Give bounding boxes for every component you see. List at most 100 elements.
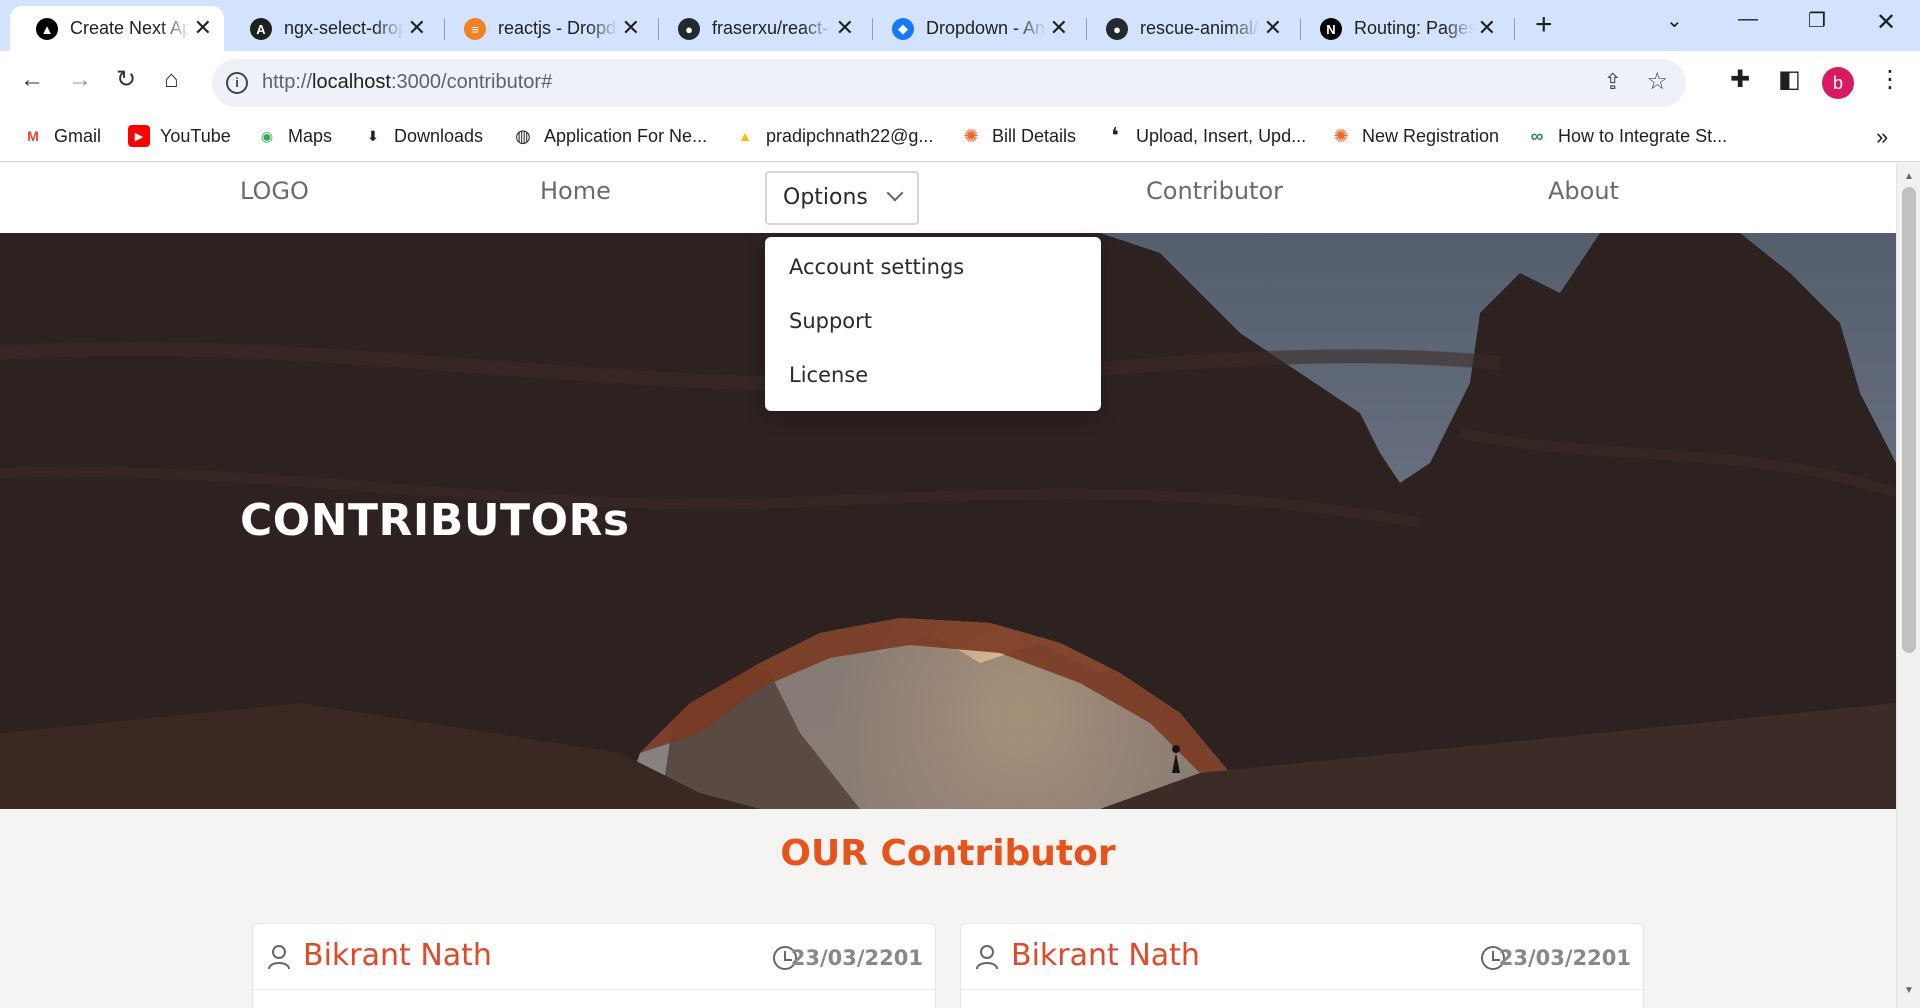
youtube-icon: ▶: [128, 125, 150, 147]
share-icon[interactable]: ⇪: [1604, 69, 1622, 95]
tab-title: rescue-animal/: [1140, 18, 1259, 38]
user-icon: [268, 945, 290, 970]
bookmark-label: Bill Details: [992, 125, 1077, 146]
bookmark-drive[interactable]: ▲ pradipchnath22@g...: [734, 125, 933, 147]
menu-item-support[interactable]: Support: [789, 309, 872, 333]
section-title: OUR Contributor: [780, 833, 1116, 874]
home-icon[interactable]: ⌂: [164, 65, 179, 95]
card-header: Bikrant Nath 23/03/2201: [961, 924, 1643, 990]
tab-reactjs-dropdown[interactable]: ≡ reactjs - Dropdown ✕: [438, 6, 652, 51]
close-icon[interactable]: ✕: [194, 16, 212, 40]
options-dropdown-menu: Account settings Support License: [765, 237, 1101, 411]
back-arrow-icon[interactable]: ←: [20, 65, 44, 95]
tab-title: Routing: Pages: [1354, 18, 1474, 38]
menu-item-account-settings[interactable]: Account settings: [789, 255, 964, 279]
github-icon: ●: [1106, 18, 1128, 40]
reload-icon[interactable]: ↻: [116, 65, 136, 95]
nav-about[interactable]: About: [1548, 177, 1619, 205]
tab-search-chevron-icon[interactable]: ⌄: [1666, 8, 1683, 33]
nav-logo[interactable]: LOGO: [240, 177, 309, 205]
page-viewport: LOGO Home Options Contributor About CONT…: [0, 163, 1896, 1008]
url-rest: :3000/contributor#: [390, 71, 553, 93]
bookmark-label: Application For Ne...: [544, 125, 708, 146]
hero-title: CONTRIBUTORs: [240, 495, 630, 546]
address-bar[interactable]: i http://localhost:3000/contributor# ⇪ ☆: [212, 59, 1686, 107]
minimize-icon[interactable]: —: [1738, 8, 1758, 31]
close-icon[interactable]: ✕: [1478, 16, 1496, 40]
bookmark-label: Upload, Insert, Upd...: [1136, 125, 1307, 146]
browser-tab-strip: ▲ Create Next App ✕ A ngx-select-dropdow…: [0, 0, 1920, 51]
url-prefix: http://: [262, 71, 313, 93]
contributor-card[interactable]: Bikrant Nath 23/03/2201: [960, 923, 1644, 1008]
tab-separator: [1514, 18, 1515, 40]
close-icon[interactable]: ✕: [622, 16, 640, 40]
tab-title: Dropdown - Ant: [926, 18, 1046, 38]
bookmark-maps[interactable]: ◉ Maps: [256, 125, 332, 147]
contributor-name: Bikrant Nath: [1011, 938, 1200, 973]
nav-contributor[interactable]: Contributor: [1146, 177, 1283, 205]
antd-icon: ◆: [892, 18, 914, 40]
bookmark-label: New Registration: [1362, 125, 1500, 146]
bookmark-downloads[interactable]: ⬇ Downloads: [362, 125, 483, 147]
github-icon: ●: [678, 18, 700, 40]
tab-title: reactjs - Dropdown: [498, 18, 618, 38]
page-scrollbar[interactable]: ▲ ▼: [1896, 163, 1920, 1008]
bookmark-label: pradipchnath22@g...: [766, 125, 934, 146]
sun-logo-icon: ✺: [963, 125, 979, 146]
bookmark-application[interactable]: ◍ Application For Ne...: [512, 125, 707, 147]
url-host: localhost: [312, 71, 391, 93]
scroll-down-arrow-icon[interactable]: ▼: [1904, 985, 1914, 996]
url-text[interactable]: http://localhost:3000/contributor#: [262, 71, 552, 94]
tab-ngx-select[interactable]: A ngx-select-dropdown ✕: [224, 6, 438, 51]
more-menu-icon[interactable]: ⋮: [1878, 65, 1902, 94]
scrollbar-thumb[interactable]: [1902, 187, 1916, 653]
bookmarks-overflow-icon[interactable]: »: [1876, 124, 1888, 150]
card-header: Bikrant Nath 23/03/2201: [253, 924, 935, 990]
close-icon[interactable]: ✕: [836, 16, 854, 40]
forward-arrow-icon[interactable]: →: [68, 65, 92, 95]
extensions-puzzle-icon[interactable]: ✚: [1730, 65, 1750, 94]
bookmarks-bar: M Gmail ▶ YouTube ◉ Maps ⬇ Downloads ◍ Applic…: [0, 114, 1920, 162]
bookmark-label: YouTube: [160, 125, 231, 146]
bookmark-upload-insert[interactable]: ❛ Upload, Insert, Upd...: [1104, 123, 1307, 148]
download-icon: ⬇: [367, 127, 379, 144]
close-window-icon[interactable]: ✕: [1876, 8, 1896, 37]
tab-create-next-app[interactable]: ▲ Create Next App ✕: [10, 6, 224, 51]
link-logo-icon: ∞: [1530, 125, 1544, 146]
options-dropdown-button[interactable]: Options: [765, 171, 919, 225]
close-icon[interactable]: ✕: [408, 16, 426, 40]
bookmark-bill-details[interactable]: ✺ Bill Details: [960, 125, 1076, 147]
bookmark-star-icon[interactable]: ☆: [1646, 67, 1668, 96]
side-panel-icon[interactable]: ◧: [1778, 65, 1801, 94]
bookmark-youtube[interactable]: ▶ YouTube: [128, 125, 231, 147]
tab-title: fraserxu/react-: [712, 18, 829, 38]
close-icon[interactable]: ✕: [1264, 16, 1282, 40]
bookmark-label: Downloads: [394, 125, 484, 146]
close-icon[interactable]: ✕: [1050, 16, 1068, 40]
tab-dropdown-ant[interactable]: ◆ Dropdown - Ant ✕: [866, 6, 1080, 51]
nav-home[interactable]: Home: [540, 177, 611, 205]
contributor-card[interactable]: Bikrant Nath 23/03/2201: [252, 923, 936, 1008]
quote-logo-icon: ❛: [1111, 123, 1119, 148]
profile-avatar[interactable]: b: [1822, 67, 1854, 99]
tab-title: Create Next App: [70, 18, 190, 38]
bookmark-new-registration[interactable]: ✺ New Registration: [1330, 125, 1499, 147]
tab-routing-pages[interactable]: N Routing: Pages ✕: [1294, 6, 1508, 51]
new-tab-plus-icon[interactable]: +: [1535, 10, 1553, 40]
tab-fraserxu[interactable]: ● fraserxu/react- ✕: [652, 6, 866, 51]
chevron-down-icon: [886, 184, 904, 202]
restore-icon[interactable]: ❐: [1808, 8, 1826, 33]
site-info-icon[interactable]: i: [226, 72, 248, 94]
options-label: Options: [783, 185, 868, 210]
bookmark-gmail[interactable]: M Gmail: [22, 125, 101, 147]
contributor-date: 23/03/2201: [790, 946, 923, 970]
tab-title: ngx-select-dropdown: [284, 18, 404, 38]
maps-icon: ◉: [260, 127, 274, 144]
site-navbar: LOGO Home Options Contributor About: [0, 163, 1896, 233]
bookmark-label: Gmail: [54, 125, 102, 146]
menu-item-license[interactable]: License: [789, 363, 868, 387]
tab-rescue-animal[interactable]: ● rescue-animal/ ✕: [1080, 6, 1294, 51]
nextjs-icon: N: [1320, 18, 1342, 40]
bookmark-how-to-integrate[interactable]: ∞ How to Integrate St...: [1526, 125, 1728, 147]
scroll-up-arrow-icon[interactable]: ▲: [1904, 171, 1914, 182]
